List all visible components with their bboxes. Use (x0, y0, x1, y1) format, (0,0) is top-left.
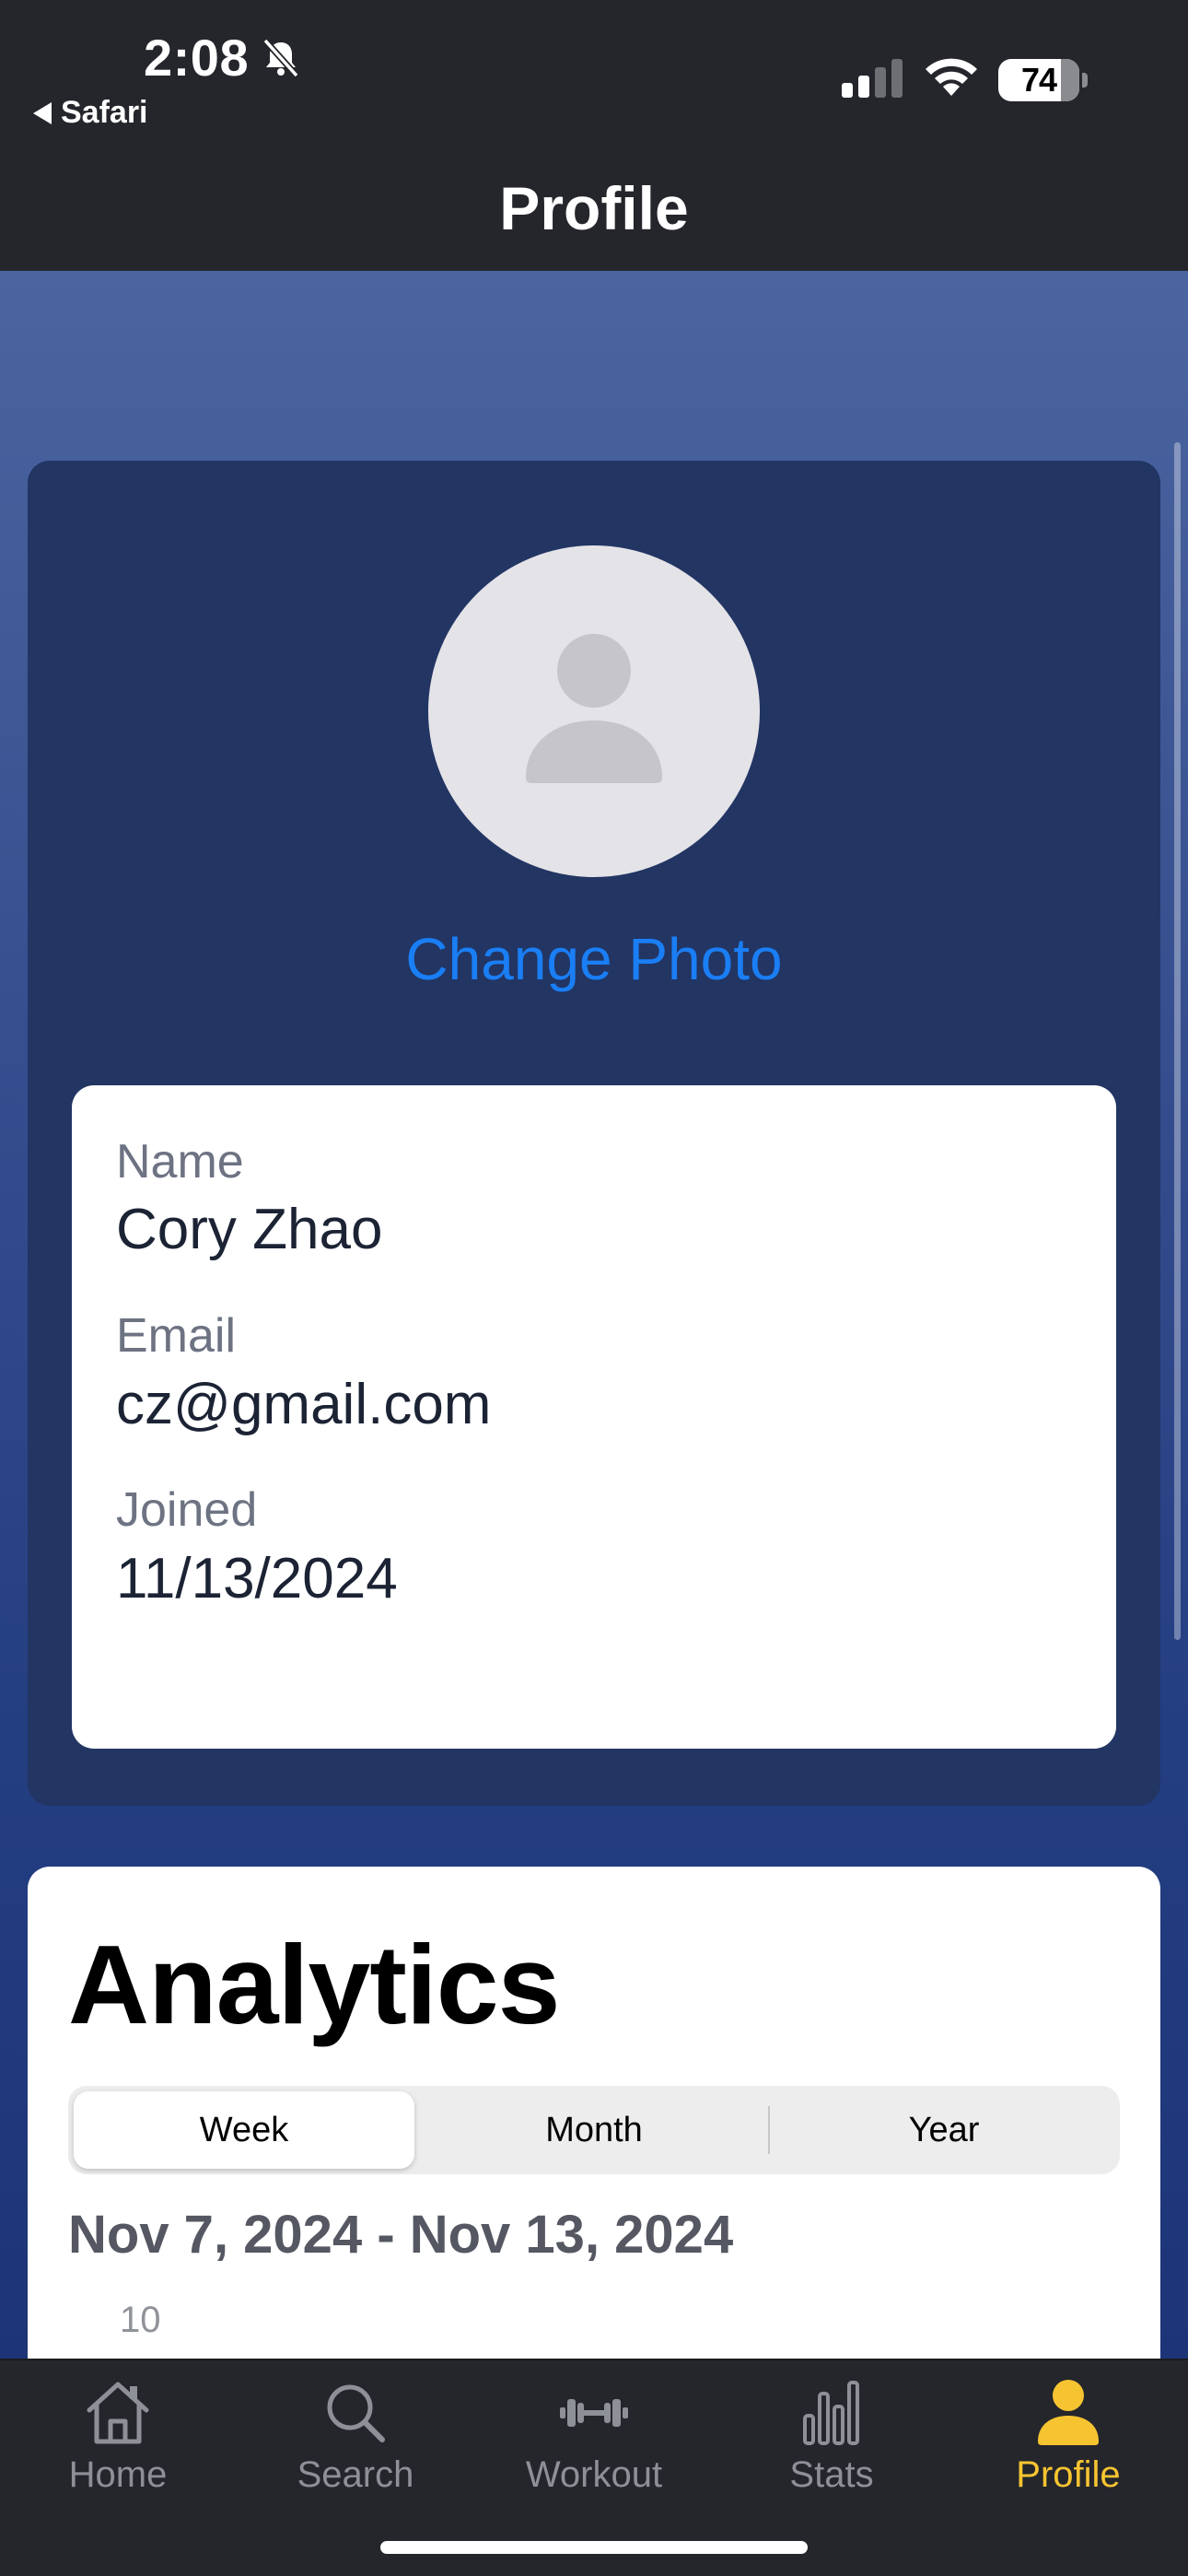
home-icon (87, 2382, 149, 2444)
period-segmented-control[interactable]: Week Month Year (68, 2086, 1120, 2174)
tab-profile-label: Profile (1016, 2454, 1121, 2495)
chart-axis-label: 10 (120, 2300, 161, 2340)
status-time: 2:08 (144, 28, 304, 88)
scrollbar[interactable] (1174, 442, 1181, 1640)
battery-indicator: 74 (998, 59, 1088, 101)
tab-home-label: Home (68, 2454, 168, 2495)
segment-month[interactable]: Month (424, 2091, 764, 2169)
email-field: Email cz@gmail.com (116, 1307, 1072, 1445)
clock-text: 2:08 (144, 29, 250, 87)
email-value: cz@gmail.com (116, 1372, 492, 1436)
search-icon (327, 2384, 385, 2442)
top-bar: 2:08 Safari 74 Profile (0, 0, 1188, 271)
avatar[interactable] (428, 545, 760, 877)
joined-field: Joined 11/13/2024 (116, 1481, 1072, 1619)
back-to-safari[interactable]: Safari (33, 95, 148, 131)
person-icon (1038, 2380, 1099, 2445)
name-value: Cory Zhao (116, 1198, 383, 1262)
joined-label: Joined (116, 1483, 258, 1538)
bar-chart-icon (803, 2381, 859, 2445)
tab-workout-label: Workout (525, 2454, 663, 2495)
dumbbell-icon (560, 2399, 628, 2427)
back-arrow-icon (33, 101, 52, 124)
tab-profile[interactable]: Profile (976, 2377, 1160, 2515)
page-title: Profile (499, 174, 689, 242)
change-photo-button[interactable]: Change Photo (28, 925, 1160, 993)
cellular-signal-icon (842, 59, 903, 98)
segment-year[interactable]: Year (774, 2091, 1114, 2169)
battery-level: 74 (1020, 61, 1057, 99)
back-app-label: Safari (61, 95, 148, 130)
tab-search[interactable]: Search (263, 2377, 448, 2515)
wifi-icon (926, 58, 977, 96)
main-content[interactable]: Change Photo Name Cory Zhao Email cz@gma… (0, 271, 1188, 2359)
battery-body: 74 (998, 59, 1079, 101)
profile-info-card: Name Cory Zhao Email cz@gmail.com Joined… (72, 1085, 1116, 1749)
analytics-card: Analytics Week Month Year Nov 7, 2024 - … (28, 1867, 1160, 2359)
home-indicator[interactable] (380, 2541, 808, 2554)
tab-search-label: Search (297, 2454, 414, 2495)
battery-cap-icon (1082, 73, 1088, 88)
analytics-title: Analytics (68, 1922, 560, 2047)
profile-card: Change Photo Name Cory Zhao Email cz@gma… (28, 461, 1160, 1806)
segment-week[interactable]: Week (74, 2091, 414, 2169)
name-field: Name Cory Zhao (116, 1133, 1072, 1270)
tab-stats[interactable]: Stats (740, 2377, 924, 2515)
segment-divider (768, 2106, 770, 2154)
email-label: Email (116, 1309, 237, 1364)
joined-value: 11/13/2024 (116, 1546, 398, 1610)
date-range: Nov 7, 2024 - Nov 13, 2024 (68, 2205, 734, 2265)
tab-stats-label: Stats (789, 2454, 874, 2495)
tab-home[interactable]: Home (26, 2377, 210, 2515)
name-label: Name (116, 1135, 244, 1188)
person-placeholder-icon (526, 634, 662, 783)
silent-bell-icon (262, 38, 299, 77)
tab-workout[interactable]: Workout (502, 2377, 686, 2515)
